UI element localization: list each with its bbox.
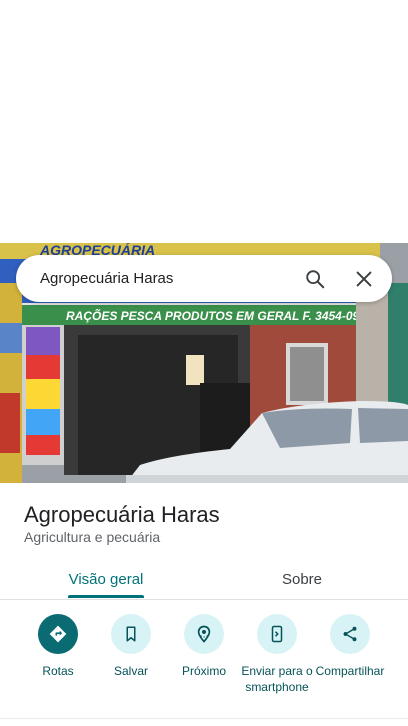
tab-bar: Visão geral Sobre: [0, 558, 408, 600]
search-bar[interactable]: Agropecuária Haras: [16, 255, 392, 302]
divider: [0, 718, 408, 719]
save-button[interactable]: Salvar: [91, 614, 171, 679]
place-page: AGROPECUÁRIA RAÇÕES PESCA PRODUTOS EM GE…: [0, 0, 408, 726]
sign-band-text: RAÇÕES PESCA PRODUTOS EM GERAL F. 3454-0…: [66, 308, 377, 323]
nearby-button[interactable]: Próximo: [164, 614, 244, 679]
save-label: Salvar: [113, 664, 148, 678]
map-blank-area: [0, 0, 408, 243]
active-tab-indicator: [68, 595, 144, 598]
share-button[interactable]: Compartilhar: [310, 614, 390, 679]
place-category: Agricultura e pecuária: [24, 529, 161, 545]
tab-overview[interactable]: Visão geral: [54, 558, 158, 600]
search-icon[interactable]: [304, 268, 326, 290]
send-to-phone-icon[interactable]: [257, 614, 297, 654]
search-input[interactable]: Agropecuária Haras: [40, 270, 392, 287]
share-icon[interactable]: [330, 614, 370, 654]
close-icon[interactable]: [353, 268, 375, 290]
share-label: Compartilhar: [315, 664, 385, 678]
tab-about[interactable]: Sobre: [250, 558, 354, 600]
directions-button[interactable]: Rotas: [18, 614, 98, 679]
bookmark-icon[interactable]: [111, 614, 151, 654]
send-to-phone-label: Enviar para o smartphone: [241, 664, 313, 694]
nearby-icon[interactable]: [184, 614, 224, 654]
directions-label: Rotas: [42, 664, 74, 678]
place-title: Agropecuária Haras: [24, 502, 220, 527]
directions-icon[interactable]: [38, 614, 78, 654]
nearby-label: Próximo: [181, 664, 226, 678]
send-to-phone-button[interactable]: Enviar para o smartphone: [237, 614, 317, 695]
